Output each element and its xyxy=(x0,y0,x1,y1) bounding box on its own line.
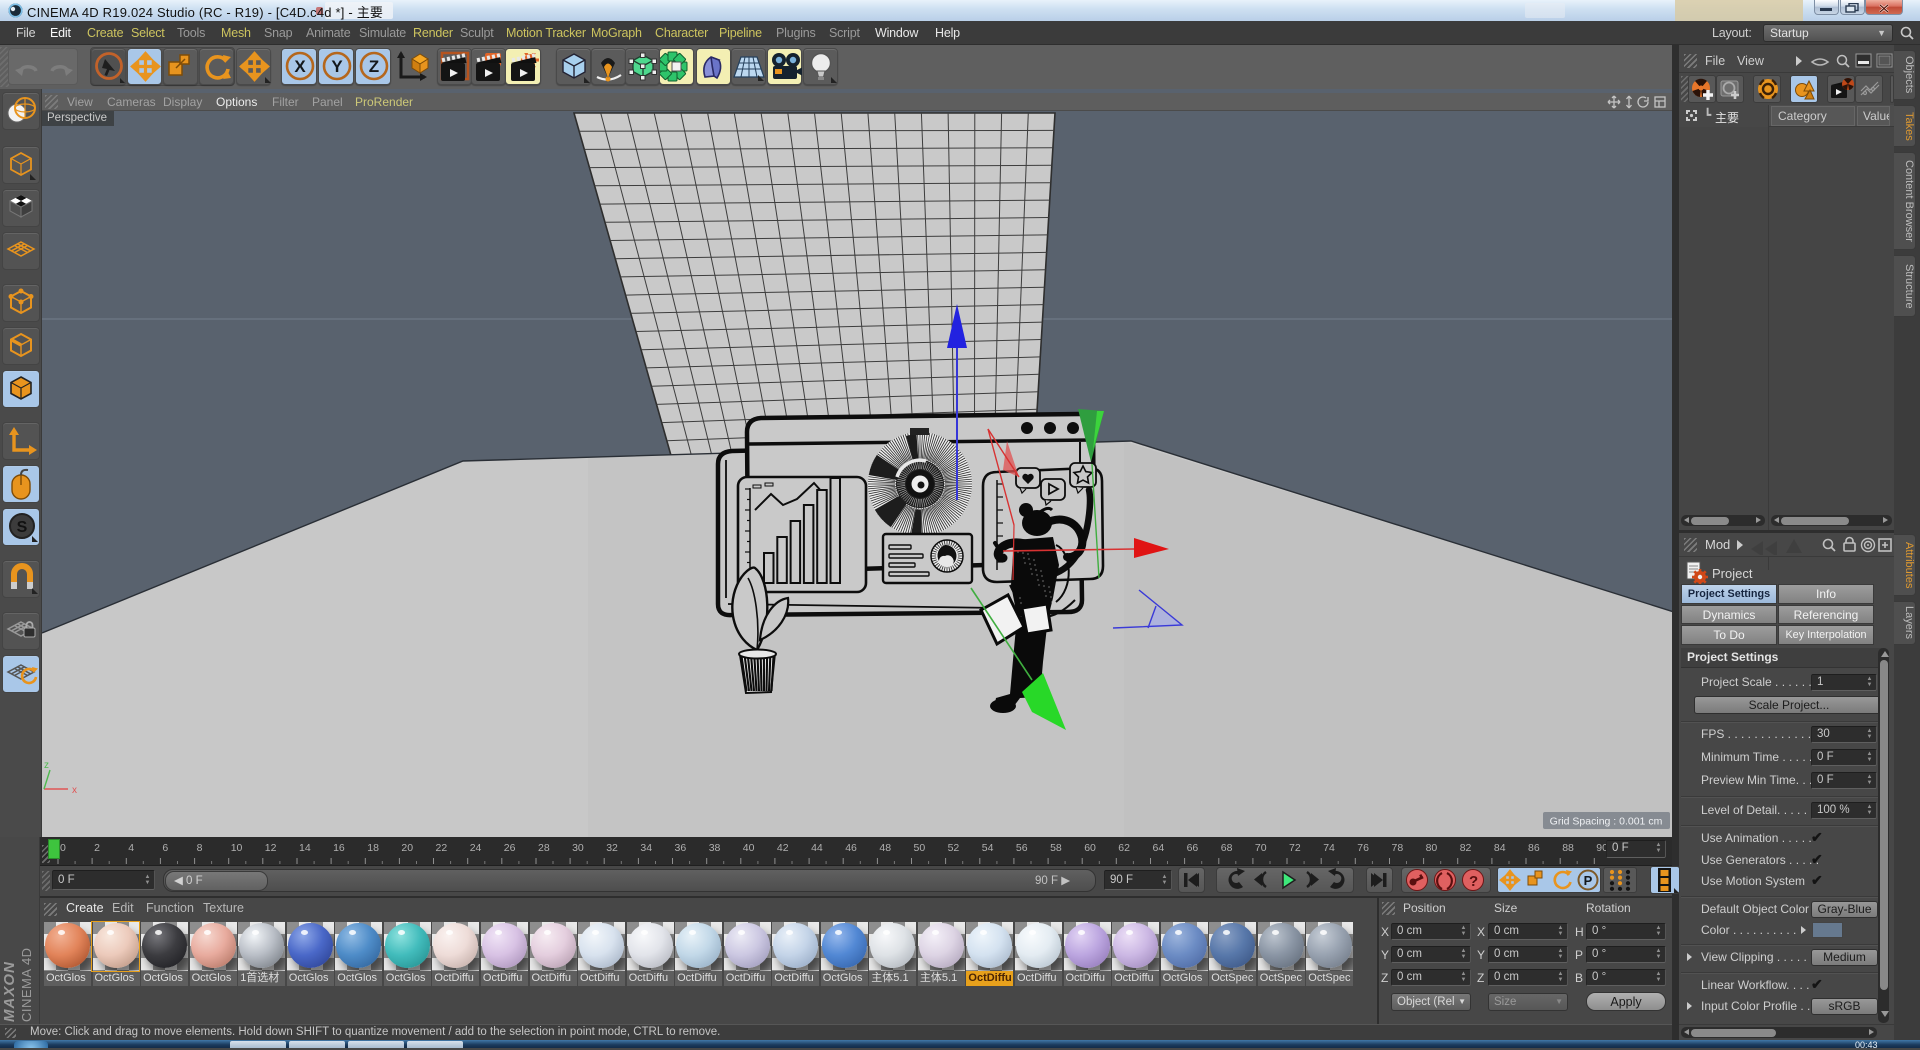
svg-text:x: x xyxy=(72,785,77,796)
svg-text:S: S xyxy=(17,519,28,536)
svg-text:z: z xyxy=(44,760,49,771)
svg-text:P: P xyxy=(1584,873,1593,888)
svg-text:?: ? xyxy=(1469,873,1478,890)
svg-text:X: X xyxy=(294,57,306,76)
svg-text:Z: Z xyxy=(369,57,379,76)
svg-text:Grid Spacing : 0.001 cm: Grid Spacing : 0.001 cm xyxy=(1550,816,1663,828)
svg-text:Y: Y xyxy=(331,57,343,76)
